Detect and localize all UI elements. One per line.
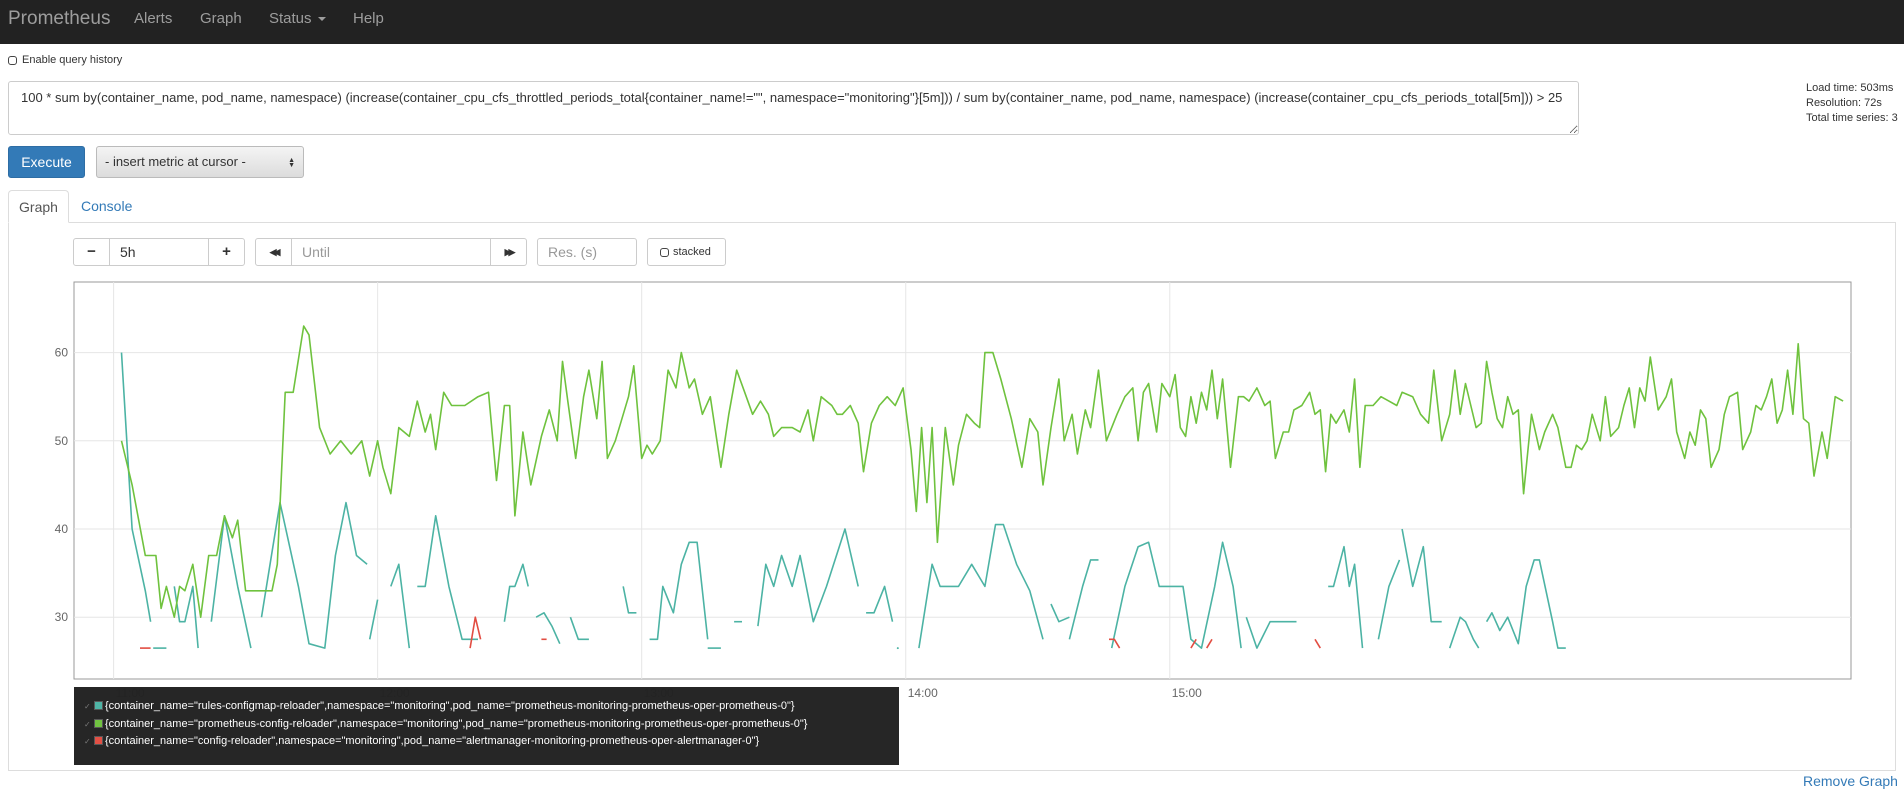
check-icon: ✓: [84, 702, 91, 711]
legend-swatch: [94, 736, 103, 745]
y-tick-label: 40: [55, 522, 69, 536]
legend: ✓ {container_name="rules-configmap-reload…: [74, 687, 899, 765]
x-tick-label: 14:00: [908, 686, 938, 700]
graph-chart[interactable]: 3040506011:0012:0013:0014:0015:00: [0, 0, 1904, 794]
y-tick-label: 60: [55, 346, 69, 360]
remove-graph-link[interactable]: Remove Graph: [1803, 773, 1898, 789]
series-point: [896, 647, 899, 650]
check-icon: ✓: [84, 720, 91, 729]
legend-item[interactable]: ✓ {container_name="config-reloader",names…: [84, 735, 759, 747]
x-tick-label: 15:00: [1172, 686, 1202, 700]
legend-swatch: [94, 719, 103, 728]
legend-item[interactable]: ✓ {container_name="prometheus-config-relo…: [84, 718, 807, 730]
tab-graph[interactable]: Graph: [8, 190, 69, 223]
check-icon: ✓: [84, 737, 91, 746]
legend-item[interactable]: ✓ {container_name="rules-configmap-reload…: [84, 700, 795, 712]
plot-area: [73, 281, 1852, 680]
legend-swatch: [94, 701, 103, 710]
y-tick-label: 50: [55, 434, 69, 448]
legend-label: {container_name="prometheus-config-reloa…: [105, 718, 808, 730]
legend-label: {container_name="rules-configmap-reloade…: [105, 700, 795, 712]
y-tick-label: 30: [55, 610, 69, 624]
legend-label: {container_name="config-reloader",namesp…: [105, 735, 760, 747]
